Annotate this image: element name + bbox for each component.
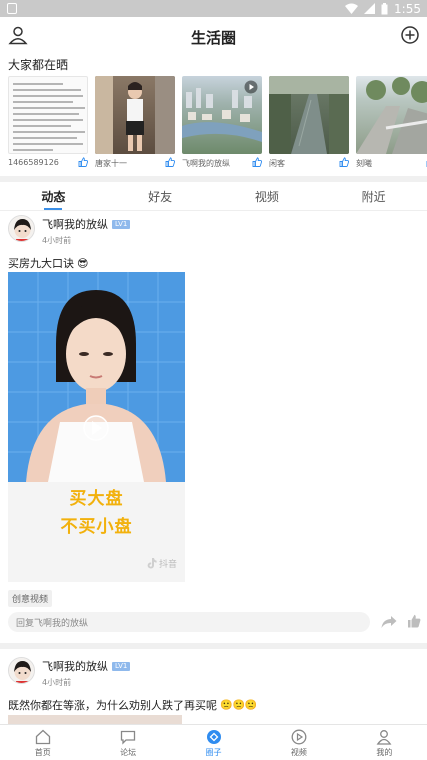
nav-video[interactable]: 视频 xyxy=(256,725,341,760)
nav-profile-label: 我的 xyxy=(376,748,393,757)
showcase-card[interactable]: 刻曦 xyxy=(356,76,427,172)
author-name[interactable]: 飞啊我的放纵 xyxy=(42,658,108,674)
video-watermark: 抖音 xyxy=(147,557,177,570)
status-bar: 1:55 xyxy=(0,0,427,17)
video-icon xyxy=(291,729,307,745)
post-body: 既然你都在等涨，为什么劝别人跌了再买呢 xyxy=(8,699,217,712)
showcase-author: 1466589126 xyxy=(8,158,59,167)
page-title: 生活圈 xyxy=(190,29,236,47)
sunglasses-emoji: 😎 xyxy=(77,256,89,270)
person-thumbnail xyxy=(95,76,175,154)
nav-forum[interactable]: 论坛 xyxy=(85,725,170,760)
bottom-nav: 首页 论坛 圈子 视频 我的 xyxy=(0,724,427,760)
showcase-author: 飞啊我的放纵 xyxy=(182,159,230,168)
author-name[interactable]: 飞啊我的放纵 xyxy=(42,216,108,232)
showcase-author: 闲客 xyxy=(269,159,285,168)
reply-input[interactable]: 回复飞啊我的放纵 xyxy=(8,612,370,632)
river-thumbnail xyxy=(269,76,349,154)
like-icon[interactable] xyxy=(78,157,88,167)
post-tag[interactable]: 创意视频 xyxy=(8,590,53,607)
wifi-icon xyxy=(345,3,359,14)
post-time: 4小时前 xyxy=(42,678,72,687)
like-icon[interactable] xyxy=(252,157,262,167)
circle-icon xyxy=(206,730,221,744)
post-body: 买房九大口诀 xyxy=(8,257,74,270)
tab-dynamic[interactable]: 动态 xyxy=(0,182,107,210)
home-icon xyxy=(35,729,50,745)
nav-circle[interactable]: 圈子 xyxy=(171,725,256,760)
post-video[interactable]: 买大盘 不买小盘 抖音 xyxy=(8,272,185,582)
tabs-divider xyxy=(0,210,427,211)
document-thumbnail xyxy=(8,76,88,154)
tab-video[interactable]: 视频 xyxy=(214,182,321,210)
app-header: 生活圈 xyxy=(0,17,427,55)
road-thumbnail xyxy=(356,76,427,154)
thumbs-up-icon[interactable] xyxy=(407,614,421,628)
showcase-author: 唐家十一 xyxy=(95,159,127,168)
notification-icon xyxy=(7,3,17,14)
watermark-text: 抖音 xyxy=(158,560,177,570)
showcase-author: 刻曦 xyxy=(356,159,372,168)
forum-icon xyxy=(120,730,136,745)
section-divider xyxy=(0,643,427,649)
nav-profile[interactable]: 我的 xyxy=(342,725,427,760)
share-icon[interactable] xyxy=(381,615,397,629)
post-image-preview[interactable] xyxy=(8,715,182,724)
showcase-card[interactable]: 1466589126 xyxy=(8,76,88,172)
nav-video-label: 视频 xyxy=(290,748,307,757)
showcase-card[interactable]: 闲客 xyxy=(269,76,349,172)
nav-home-label: 首页 xyxy=(34,748,51,757)
signal-icon xyxy=(364,3,376,14)
nav-home[interactable]: 首页 xyxy=(0,725,85,760)
post-author[interactable]: 飞啊我的放纵 LV1 xyxy=(42,658,131,674)
post-text: 既然你都在等涨，为什么劝别人跌了再买呢 🙁🙁🙁 xyxy=(8,697,257,713)
level-badge: LV1 xyxy=(112,661,131,671)
feed-tabs: 动态 好友 视频 附近 xyxy=(0,182,427,210)
frown-emoji: 🙁🙁🙁 xyxy=(220,699,258,711)
nav-circle-label: 圈子 xyxy=(205,748,222,757)
like-icon[interactable] xyxy=(339,157,349,167)
avatar[interactable] xyxy=(8,215,35,242)
tiktok-icon xyxy=(147,558,157,569)
avatar[interactable] xyxy=(8,657,35,684)
video-caption-line1: 买大盘 xyxy=(69,489,124,509)
showcase-title: 大家都在晒 xyxy=(8,58,69,72)
showcase-card[interactable]: 飞啊我的放纵 xyxy=(182,76,262,172)
showcase-strip[interactable]: 1466589126 唐家十一 飞啊我的放纵 闲客 刻曦 xyxy=(8,76,427,172)
play-icon xyxy=(244,80,258,94)
add-post-icon[interactable] xyxy=(400,25,420,45)
tab-friends[interactable]: 好友 xyxy=(107,182,214,210)
showcase-card[interactable]: 唐家十一 xyxy=(95,76,175,172)
video-caption-line2: 不买小盘 xyxy=(60,517,133,537)
battery-icon xyxy=(381,2,388,14)
city-thumbnail xyxy=(182,76,262,154)
post-text: 买房九大口诀 😎 xyxy=(8,255,88,271)
nav-forum-label: 论坛 xyxy=(120,748,137,757)
level-badge: LV1 xyxy=(112,219,131,229)
profile-icon xyxy=(376,730,392,745)
post-author[interactable]: 飞啊我的放纵 LV1 xyxy=(42,216,131,232)
status-time: 1:55 xyxy=(394,1,421,16)
like-icon[interactable] xyxy=(165,157,175,167)
post-time: 4小时前 xyxy=(42,236,72,245)
tab-nearby[interactable]: 附近 xyxy=(320,182,427,210)
